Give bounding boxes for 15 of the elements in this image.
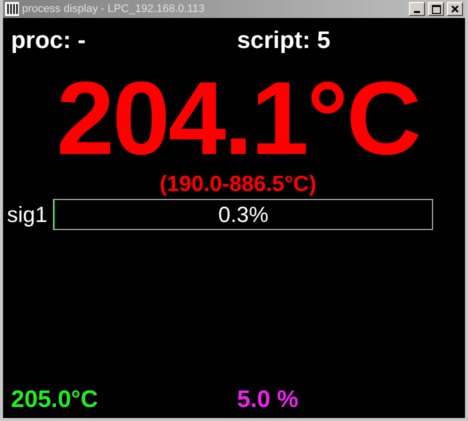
signal-label: sig1 [7, 202, 48, 228]
maximize-button[interactable] [428, 2, 444, 16]
signal-reading: 0.3% [218, 202, 268, 228]
footer-reading: 205.0°C [11, 386, 99, 414]
temperature-range: (190.0-886.5°C) [158, 171, 318, 197]
temperature-value: 204.1°C [56, 69, 420, 169]
close-icon [451, 5, 459, 13]
proc-label: proc: - [11, 27, 87, 55]
maximize-icon [432, 4, 440, 14]
window-title: process display - LPC_192.168.0.113 [22, 3, 206, 15]
app-icon [5, 2, 19, 16]
footer-reading: 5.0 % [237, 386, 300, 414]
minimize-button[interactable] [409, 2, 425, 16]
close-button[interactable] [447, 2, 463, 16]
script-label: script: 5 [237, 27, 330, 55]
